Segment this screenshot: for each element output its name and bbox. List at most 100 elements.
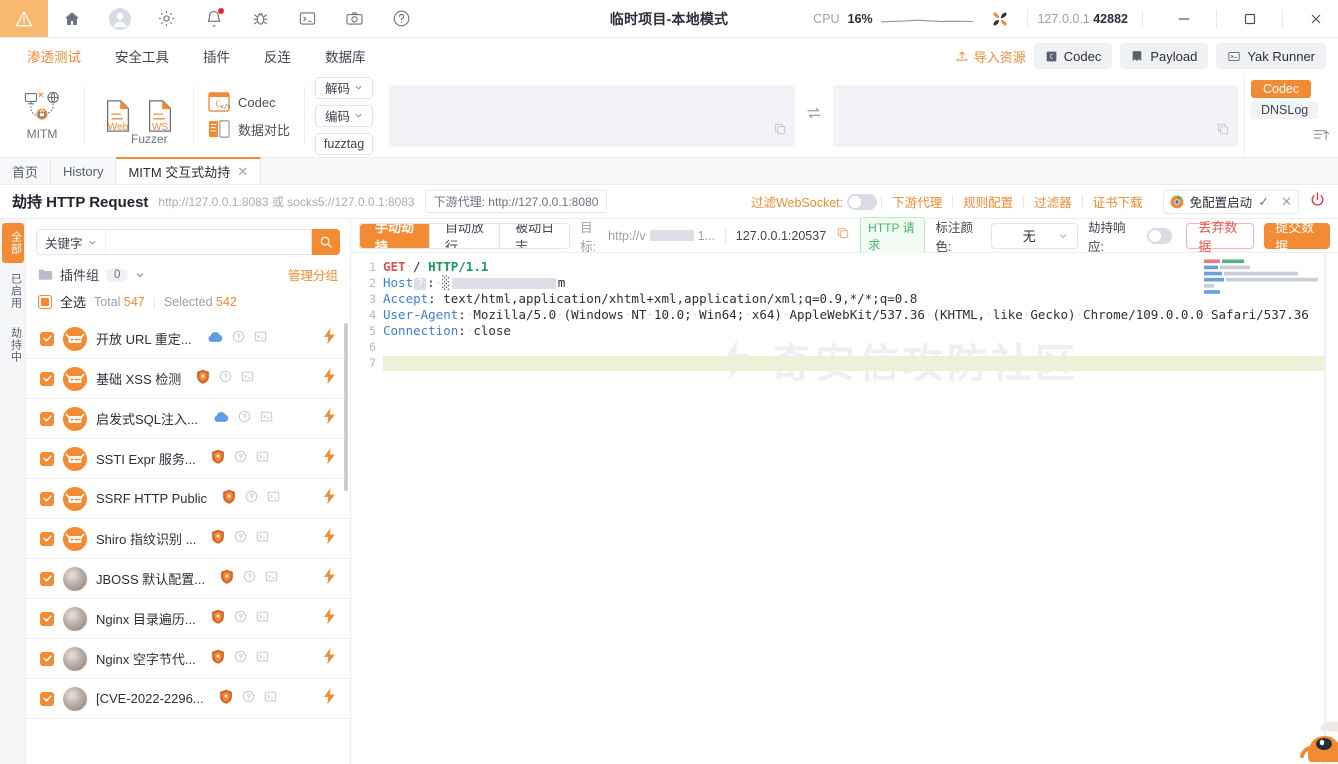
bolt-icon[interactable] — [323, 568, 336, 589]
vtab-enabled[interactable]: 已启用 — [2, 265, 24, 317]
close-icon[interactable]: ✕ — [237, 164, 248, 180]
plugin-checkbox[interactable] — [40, 331, 54, 346]
mode-passive-log[interactable]: 被动日志 — [500, 223, 570, 248]
yak-runner-quick-button[interactable]: Yak Runner — [1216, 43, 1326, 69]
ws-fuzzer-button[interactable]: WS — [141, 99, 179, 133]
plugin-checkbox[interactable] — [40, 411, 54, 426]
bolt-icon[interactable] — [323, 328, 336, 349]
select-all-checkbox[interactable] — [38, 294, 52, 309]
vtab-hijacking[interactable]: 劫持中 — [2, 319, 24, 371]
plugin-checkbox[interactable] — [40, 691, 54, 706]
plugin-list-item[interactable]: 启发式SQL注入... — [26, 399, 350, 439]
bolt-icon[interactable] — [323, 648, 336, 669]
help-icon[interactable] — [238, 410, 251, 428]
plugin-checkbox[interactable] — [40, 571, 54, 586]
codec-input-right[interactable] — [832, 84, 1239, 147]
submit-data-button[interactable]: 提交数据 — [1264, 220, 1330, 254]
bolt-icon[interactable] — [323, 448, 336, 469]
bolt-icon[interactable] — [323, 608, 336, 629]
plugin-list-item[interactable]: Shiro 指纹识别 ... — [26, 519, 350, 559]
plugin-list-item[interactable]: JBOSS 默认配置... — [26, 559, 350, 599]
bolt-icon[interactable] — [323, 368, 336, 389]
plugin-list-item[interactable]: SSRF HTTP Public — [26, 479, 350, 519]
plugin-list-item[interactable]: Nginx 空字节代... — [26, 639, 350, 679]
terminal-icon[interactable] — [267, 490, 280, 508]
search-input[interactable] — [104, 229, 312, 255]
bug-icon[interactable] — [237, 0, 284, 37]
hijack-response-toggle[interactable] — [1147, 227, 1173, 244]
terminal-icon[interactable] — [256, 530, 269, 548]
data-compare-button[interactable]: 数据对比 — [208, 119, 290, 139]
bolt-icon[interactable] — [323, 688, 336, 709]
menu-item-security-tools[interactable]: 安全工具 — [98, 46, 186, 66]
terminal-icon[interactable] — [284, 0, 331, 37]
home-icon[interactable] — [48, 0, 95, 37]
close-icon[interactable]: ✕ — [1281, 194, 1292, 210]
codec-input-left[interactable] — [389, 84, 795, 147]
help-icon[interactable] — [234, 530, 247, 548]
link-cert-download[interactable]: 证书下载 — [1083, 192, 1153, 211]
plugin-list-item[interactable]: SSTI Expr 服务... — [26, 439, 350, 479]
request-editor[interactable]: 奇安信攻防社区 1234567 GET·/·HTTP/1.1Host?:·░mA… — [351, 253, 1338, 764]
no-config-start-button[interactable]: 免配置启动 ✓ ✕ — [1162, 189, 1299, 214]
payload-quick-button[interactable]: Payload — [1120, 43, 1209, 69]
terminal-icon[interactable] — [264, 690, 277, 708]
power-icon[interactable] — [1309, 191, 1326, 213]
terminal-icon[interactable] — [256, 450, 269, 468]
manage-groups-link[interactable]: 管理分组 — [288, 265, 338, 284]
discard-data-button[interactable]: 丢弃数据 — [1186, 220, 1255, 254]
ribbon-tab-codec[interactable]: Codec — [1251, 80, 1312, 98]
copy-icon[interactable] — [1216, 122, 1230, 141]
help-icon[interactable] — [234, 610, 247, 628]
help-icon[interactable] — [232, 330, 245, 348]
collapse-ribbon-icon[interactable] — [1312, 126, 1330, 149]
mode-manual-hijack[interactable]: 手动劫持 — [360, 223, 431, 248]
link-filter[interactable]: 过滤器 — [1024, 192, 1082, 211]
ribbon-tab-dnslog[interactable]: DNSLog — [1251, 101, 1319, 119]
swap-icon[interactable] — [805, 104, 823, 127]
terminal-icon[interactable] — [265, 570, 278, 588]
help-icon[interactable] — [234, 650, 247, 668]
bolt-icon[interactable] — [323, 488, 336, 509]
link-downstream-proxy[interactable]: 下游代理 — [882, 192, 952, 211]
mode-auto-forward[interactable]: 自动放行 — [430, 223, 501, 248]
help-icon[interactable] — [219, 370, 232, 388]
help-icon[interactable] — [378, 0, 425, 37]
check-icon[interactable]: ✓ — [1258, 194, 1269, 210]
copy-icon[interactable] — [836, 226, 850, 245]
editor-content[interactable]: GET·/·HTTP/1.1 Host?:·░ m Accept:·text/html… — [383, 253, 1338, 764]
help-icon[interactable] — [234, 450, 247, 468]
plugin-list-item[interactable]: 开放 URL 重定... — [26, 319, 350, 359]
plugin-checkbox[interactable] — [40, 371, 54, 386]
menu-item-database[interactable]: 数据库 — [308, 46, 383, 66]
plugin-list-item[interactable]: [CVE-2022-2296... — [26, 679, 350, 719]
plugin-list[interactable]: 开放 URL 重定... 基础 XSS 检测 启发式SQL注入... SSTI Exp… — [26, 319, 350, 764]
plugin-list-item[interactable]: Nginx 目录遍历... — [26, 599, 350, 639]
color-tag-select[interactable]: 无 — [990, 222, 1078, 249]
plugin-checkbox[interactable] — [40, 651, 54, 666]
decode-select[interactable]: 解码 — [315, 76, 374, 99]
close-button[interactable] — [1293, 10, 1338, 28]
tab-home[interactable]: 首页 — [0, 158, 52, 184]
terminal-icon[interactable] — [254, 330, 267, 348]
camera-icon[interactable] — [331, 0, 378, 37]
plugin-checkbox[interactable] — [40, 531, 54, 546]
tab-history[interactable]: History — [51, 158, 117, 184]
plugin-list-item[interactable]: 基础 XSS 检测 — [26, 359, 350, 399]
web-fuzzer-button[interactable]: Web — [99, 99, 137, 133]
plugin-checkbox[interactable] — [40, 611, 54, 626]
terminal-icon[interactable] — [256, 610, 269, 628]
encode-select[interactable]: 编码 — [315, 104, 374, 127]
menu-item-pentest[interactable]: 渗透测试 — [10, 46, 98, 66]
terminal-icon[interactable] — [241, 370, 254, 388]
codec-button[interactable]: C </> Codec — [208, 92, 290, 112]
minimize-button[interactable] — [1161, 10, 1206, 28]
codec-quick-button[interactable]: C Codec — [1033, 43, 1113, 69]
notification-bell-icon[interactable] — [190, 0, 237, 37]
fuzztag-button[interactable]: fuzztag — [315, 132, 374, 155]
help-icon[interactable] — [245, 490, 258, 508]
import-resource-button[interactable]: 导入资源 — [955, 47, 1026, 66]
help-icon[interactable] — [242, 690, 255, 708]
plugin-checkbox[interactable] — [40, 491, 54, 506]
mitm-tool-button[interactable]: MITM — [14, 90, 70, 141]
